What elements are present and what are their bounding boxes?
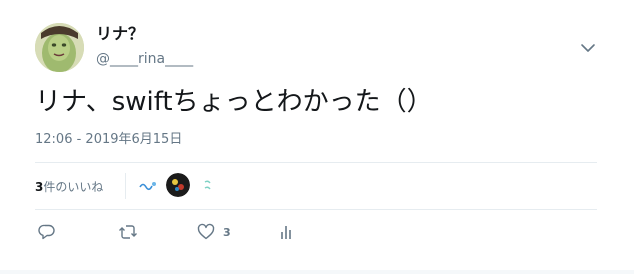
- reply-button[interactable]: [38, 220, 56, 244]
- likes-separator: [125, 173, 126, 199]
- user-handle[interactable]: @____rina____: [96, 50, 193, 68]
- liker-avatar-2[interactable]: [166, 173, 190, 197]
- divider-bottom: [35, 209, 597, 210]
- avatar-image: [35, 23, 84, 72]
- likes-label: 件のいいね: [43, 180, 104, 194]
- retweet-icon: [119, 225, 137, 239]
- likes-row: 3件のいいね: [35, 163, 597, 209]
- tweet-text: リナ、swiftちょっとわかった（）: [35, 87, 433, 117]
- likes-summary[interactable]: 3件のいいね: [35, 178, 103, 195]
- liker-avatar-1[interactable]: [136, 173, 160, 197]
- retweet-button[interactable]: [118, 220, 138, 244]
- card-bottom-border: [0, 270, 634, 274]
- liker-avatar-3[interactable]: [196, 173, 220, 197]
- like-button[interactable]: 3: [197, 220, 231, 244]
- like-count: 3: [223, 225, 231, 239]
- analytics-icon: [281, 226, 291, 239]
- display-name[interactable]: リナ？: [96, 24, 144, 44]
- chevron-down-icon[interactable]: [578, 38, 598, 58]
- tweet-card: リナ？ @____rina____ リナ、swiftちょっとわかった（） 12:…: [0, 0, 634, 274]
- reply-icon: [38, 224, 55, 240]
- tweet-timestamp[interactable]: 12:06 - 2019年6月15日: [35, 131, 182, 149]
- user-avatar[interactable]: [35, 23, 84, 72]
- tweet-actions: 3: [35, 220, 597, 244]
- heart-icon: [197, 223, 215, 240]
- analytics-button[interactable]: [279, 220, 293, 244]
